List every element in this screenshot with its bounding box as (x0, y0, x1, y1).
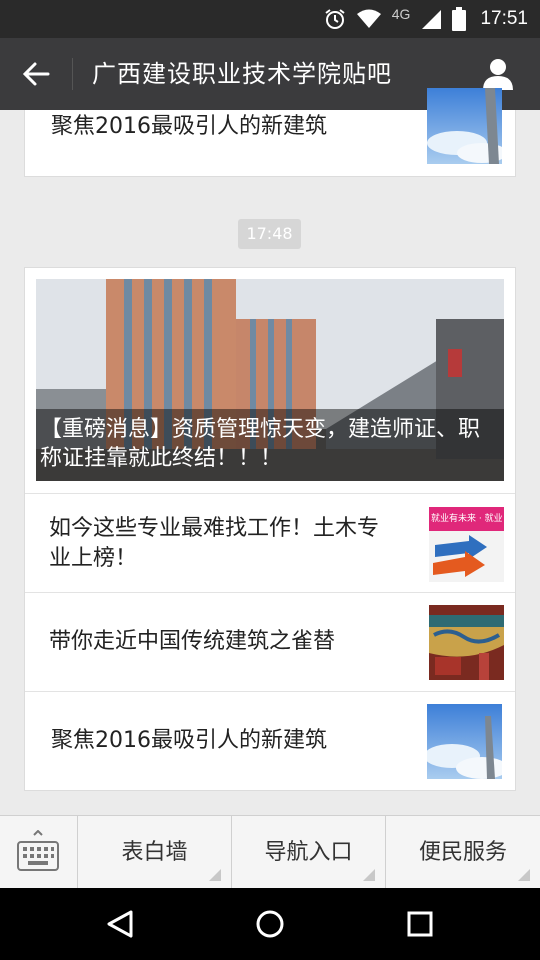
submenu-indicator-icon (518, 869, 530, 881)
title-divider (72, 58, 73, 90)
article-title: 带你走近中国传统建筑之雀替 (49, 629, 336, 654)
article-item[interactable]: 带你走近中国传统建筑之雀替 (25, 592, 515, 691)
article-thumbnail: 就业有未来 · 就业 (429, 507, 504, 582)
bottom-menu: 表白墙 导航入口 便民服务 (0, 815, 540, 889)
article-item[interactable]: 如今这些专业最难找工作！土木专业上榜！ 就业有未来 · 就业 (25, 493, 515, 592)
article-thumbnail (427, 88, 502, 164)
status-bar: 4G 17:51 (0, 0, 540, 38)
menu-confession-wall[interactable]: 表白墙 (78, 816, 232, 889)
page-title: 广西建设职业技术学院贴吧 (92, 60, 392, 88)
article-title: 如今这些专业最难找工作！土木专业上榜！ (49, 516, 380, 571)
back-triangle-icon[interactable] (105, 909, 135, 939)
thumbnail-label: 就业有未来 · 就业 (431, 514, 502, 524)
menu-label: 表白墙 (121, 840, 188, 865)
menu-label: 便民服务 (418, 840, 507, 865)
system-navigation-bar (0, 888, 540, 960)
headline-caption: 【重磅消息】资质管理惊天变，建造师证、职称证挂靠就此终结！！！ (36, 409, 504, 481)
menu-navigation-entry[interactable]: 导航入口 (232, 816, 386, 889)
article-item[interactable]: 聚焦2016最吸引人的新建筑 (25, 691, 515, 790)
clock: 17:51 (480, 8, 528, 29)
recents-square-icon[interactable] (406, 910, 434, 938)
headline-article[interactable]: 【重磅消息】资质管理惊天变，建造师证、职称证挂靠就此终结！！！ (36, 279, 504, 481)
home-circle-icon[interactable] (255, 909, 285, 939)
alarm-icon (325, 9, 345, 29)
keyboard-toggle-button[interactable] (0, 816, 78, 889)
menu-convenience-services[interactable]: 便民服务 (386, 816, 540, 889)
article-title: 聚焦2016最吸引人的新建筑 (51, 114, 327, 139)
submenu-indicator-icon (363, 869, 375, 881)
submenu-indicator-icon (209, 869, 221, 881)
user-profile-icon[interactable] (480, 56, 516, 92)
message-time-badge: 17:48 (238, 219, 301, 249)
keyboard-icon (17, 830, 59, 871)
network-type: 4G (391, 6, 411, 22)
article-thumbnail (429, 605, 504, 680)
menu-label: 导航入口 (264, 840, 353, 865)
back-arrow-icon[interactable] (18, 56, 54, 92)
article-thumbnail (427, 704, 502, 779)
news-card: 【重磅消息】资质管理惊天变，建造师证、职称证挂靠就此终结！！！ 如今这些专业最难… (24, 267, 516, 791)
wifi-icon (356, 9, 381, 28)
battery-icon (452, 7, 467, 31)
signal-icon (422, 10, 442, 29)
article-card-previous[interactable]: 聚焦2016最吸引人的新建筑 (24, 88, 516, 177)
article-title: 聚焦2016最吸引人的新建筑 (51, 728, 327, 753)
